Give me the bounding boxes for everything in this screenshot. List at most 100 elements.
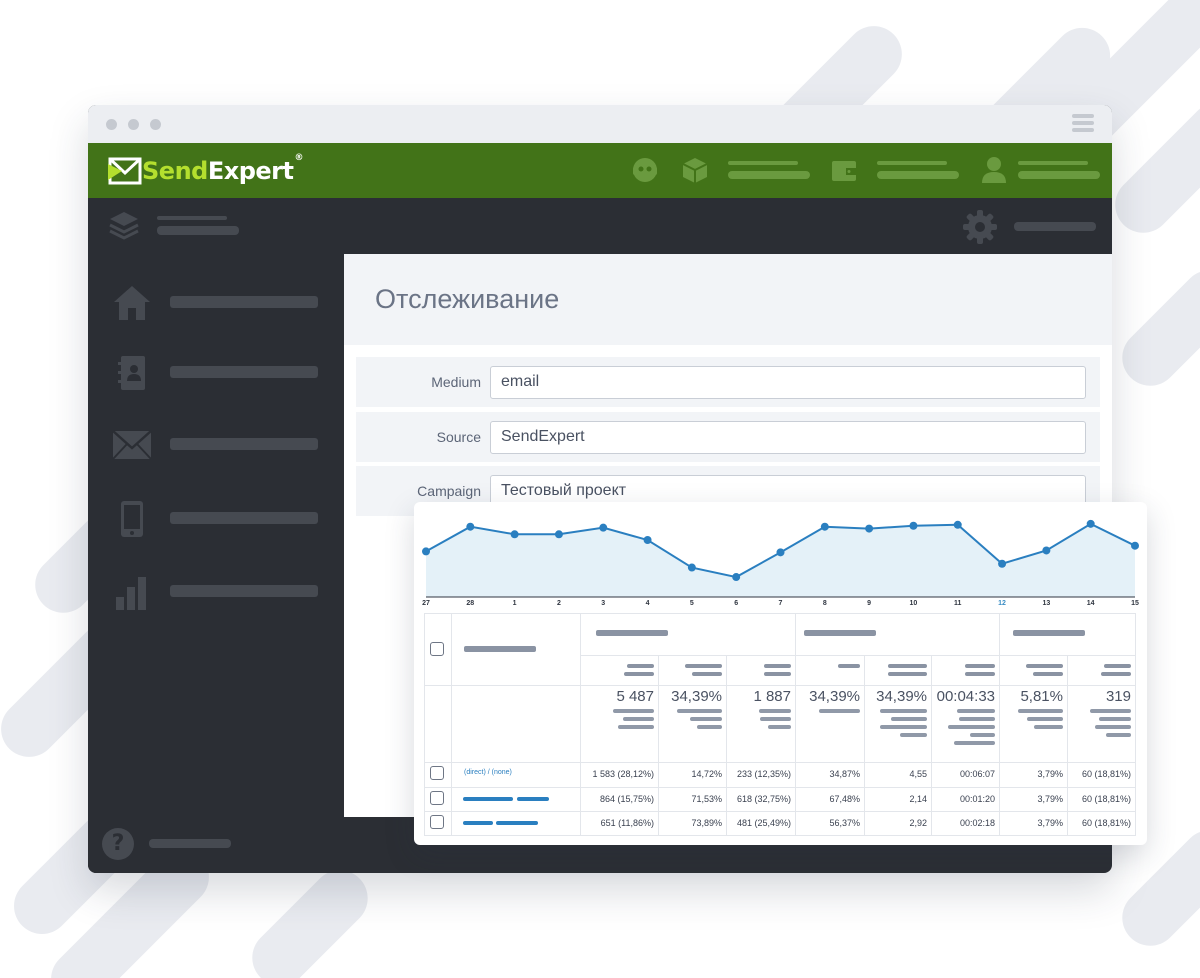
subheader-placeholder[interactable] <box>965 672 995 676</box>
row-source-link[interactable]: (direct) / (none) <box>464 769 512 776</box>
total-bounce: 34,39% <box>809 688 860 705</box>
total-duration: 00:04:33 <box>936 688 995 705</box>
sidebar-item-mail[interactable] <box>88 420 344 470</box>
source-label: Source <box>436 429 481 445</box>
row-checkbox[interactable] <box>430 791 444 805</box>
row-source-link[interactable] <box>463 797 513 801</box>
nav-placeholder-bar[interactable] <box>1018 171 1100 179</box>
total-conversion: 5,81% <box>1020 688 1063 705</box>
chart-point[interactable] <box>953 520 962 529</box>
subheader-placeholder[interactable] <box>1101 672 1131 676</box>
row-checkbox[interactable] <box>430 766 444 780</box>
total-sublabel-placeholder <box>818 709 860 713</box>
source-field[interactable]: SendExpert <box>490 421 1086 454</box>
logo[interactable]: SendExpert® <box>108 153 303 187</box>
group-header-placeholder[interactable] <box>804 630 876 636</box>
subheader-placeholder[interactable] <box>888 672 927 676</box>
total-sessions: 5 487 <box>616 688 654 705</box>
subheader-placeholder[interactable] <box>837 664 860 668</box>
nav-placeholder-bar[interactable] <box>877 171 959 179</box>
row-cell: 60 (18,81%) <box>1081 794 1131 804</box>
subheader-placeholder[interactable] <box>692 672 722 676</box>
chart-point[interactable] <box>599 523 608 532</box>
campaign-label: Campaign <box>417 483 481 499</box>
total-sublabel-placeholder <box>760 717 791 721</box>
chart-point[interactable] <box>510 530 519 539</box>
subheader-placeholder[interactable] <box>624 672 654 676</box>
support-icon[interactable] <box>630 155 660 185</box>
nav-placeholder-bar[interactable] <box>728 171 810 179</box>
gear-icon[interactable] <box>962 209 998 245</box>
chart-point[interactable] <box>1131 541 1139 550</box>
subheader-placeholder[interactable] <box>764 672 791 676</box>
x-tick-label: 4 <box>645 600 650 607</box>
sidebar-item-stats[interactable] <box>88 567 344 617</box>
subheader-placeholder[interactable] <box>764 664 791 668</box>
subheader-placeholder[interactable] <box>965 664 995 668</box>
settings-placeholder-bar[interactable] <box>1014 222 1096 231</box>
column-header-placeholder[interactable] <box>464 646 536 652</box>
x-tick-label: 3 <box>601 600 606 607</box>
sidebar-item-contacts[interactable] <box>88 348 344 398</box>
chart-point[interactable] <box>1086 519 1095 528</box>
row-source-link[interactable] <box>463 821 493 825</box>
help-placeholder-bar[interactable] <box>149 839 231 848</box>
row-cell: 56,37% <box>829 818 860 828</box>
window-dot[interactable] <box>150 119 161 130</box>
nav-placeholder-bar <box>877 161 947 165</box>
row-checkbox[interactable] <box>430 815 444 829</box>
user-icon[interactable] <box>979 155 1009 185</box>
subheader-placeholder[interactable] <box>627 664 654 668</box>
subheader-placeholder[interactable] <box>1104 664 1131 668</box>
medium-row: Medium email <box>356 357 1100 407</box>
row-source-link[interactable] <box>496 821 538 825</box>
sidebar-item-mobile[interactable] <box>88 494 344 544</box>
chart-point[interactable] <box>820 522 829 531</box>
chart-point[interactable] <box>1042 546 1051 555</box>
subheader-placeholder[interactable] <box>1033 672 1063 676</box>
page-header: Отслеживание <box>344 254 1112 345</box>
bg-stripe <box>1110 258 1200 398</box>
contacts-icon <box>118 356 145 390</box>
logo-send-text: Send <box>142 157 208 185</box>
wallet-icon[interactable] <box>829 155 859 185</box>
project-placeholder-bar[interactable] <box>157 226 239 235</box>
group-header-placeholder[interactable] <box>1013 630 1085 636</box>
subheader-placeholder[interactable] <box>1025 664 1063 668</box>
chart-point[interactable] <box>909 521 918 530</box>
chart-point[interactable] <box>998 559 1007 568</box>
nav-placeholder-bar <box>728 161 798 165</box>
group-header-placeholder[interactable] <box>596 630 668 636</box>
page-title: Отслеживание <box>375 284 560 314</box>
chart-point[interactable] <box>687 563 696 572</box>
medium-field[interactable]: email <box>490 366 1086 399</box>
chart-point[interactable] <box>643 536 652 544</box>
help-icon[interactable]: ? <box>102 828 134 860</box>
chart-point[interactable] <box>422 547 430 556</box>
row-cell: 864 (15,75%) <box>599 794 654 804</box>
subheader-placeholder[interactable] <box>888 664 927 668</box>
chart-point[interactable] <box>865 524 874 533</box>
row-cell: 67,48% <box>829 794 860 804</box>
window-dot[interactable] <box>128 119 139 130</box>
subheader-placeholder[interactable] <box>684 664 722 668</box>
source-row: Source SendExpert <box>356 412 1100 462</box>
total-sublabel-placeholder <box>969 733 995 737</box>
row-cell: 481 (25,49%) <box>736 818 791 828</box>
row-cell: 3,79% <box>1037 818 1063 828</box>
layers-icon[interactable] <box>108 210 140 240</box>
total-sublabel-placeholder <box>959 717 995 721</box>
package-icon[interactable] <box>680 155 710 185</box>
sidebar-item-home[interactable] <box>88 278 344 328</box>
select-all-checkbox[interactable] <box>430 642 444 656</box>
chart-point[interactable] <box>466 522 475 531</box>
row-cell: 651 (11,86%) <box>600 818 654 828</box>
chart-point[interactable] <box>732 573 741 582</box>
x-tick-label: 6 <box>734 600 739 607</box>
menu-icon[interactable] <box>1072 114 1094 134</box>
window-dot[interactable] <box>106 119 117 130</box>
chart-point[interactable] <box>554 530 563 539</box>
row-source-link[interactable] <box>517 797 549 801</box>
chart-point[interactable] <box>776 548 785 557</box>
row-cell: 00:06:07 <box>959 769 995 779</box>
